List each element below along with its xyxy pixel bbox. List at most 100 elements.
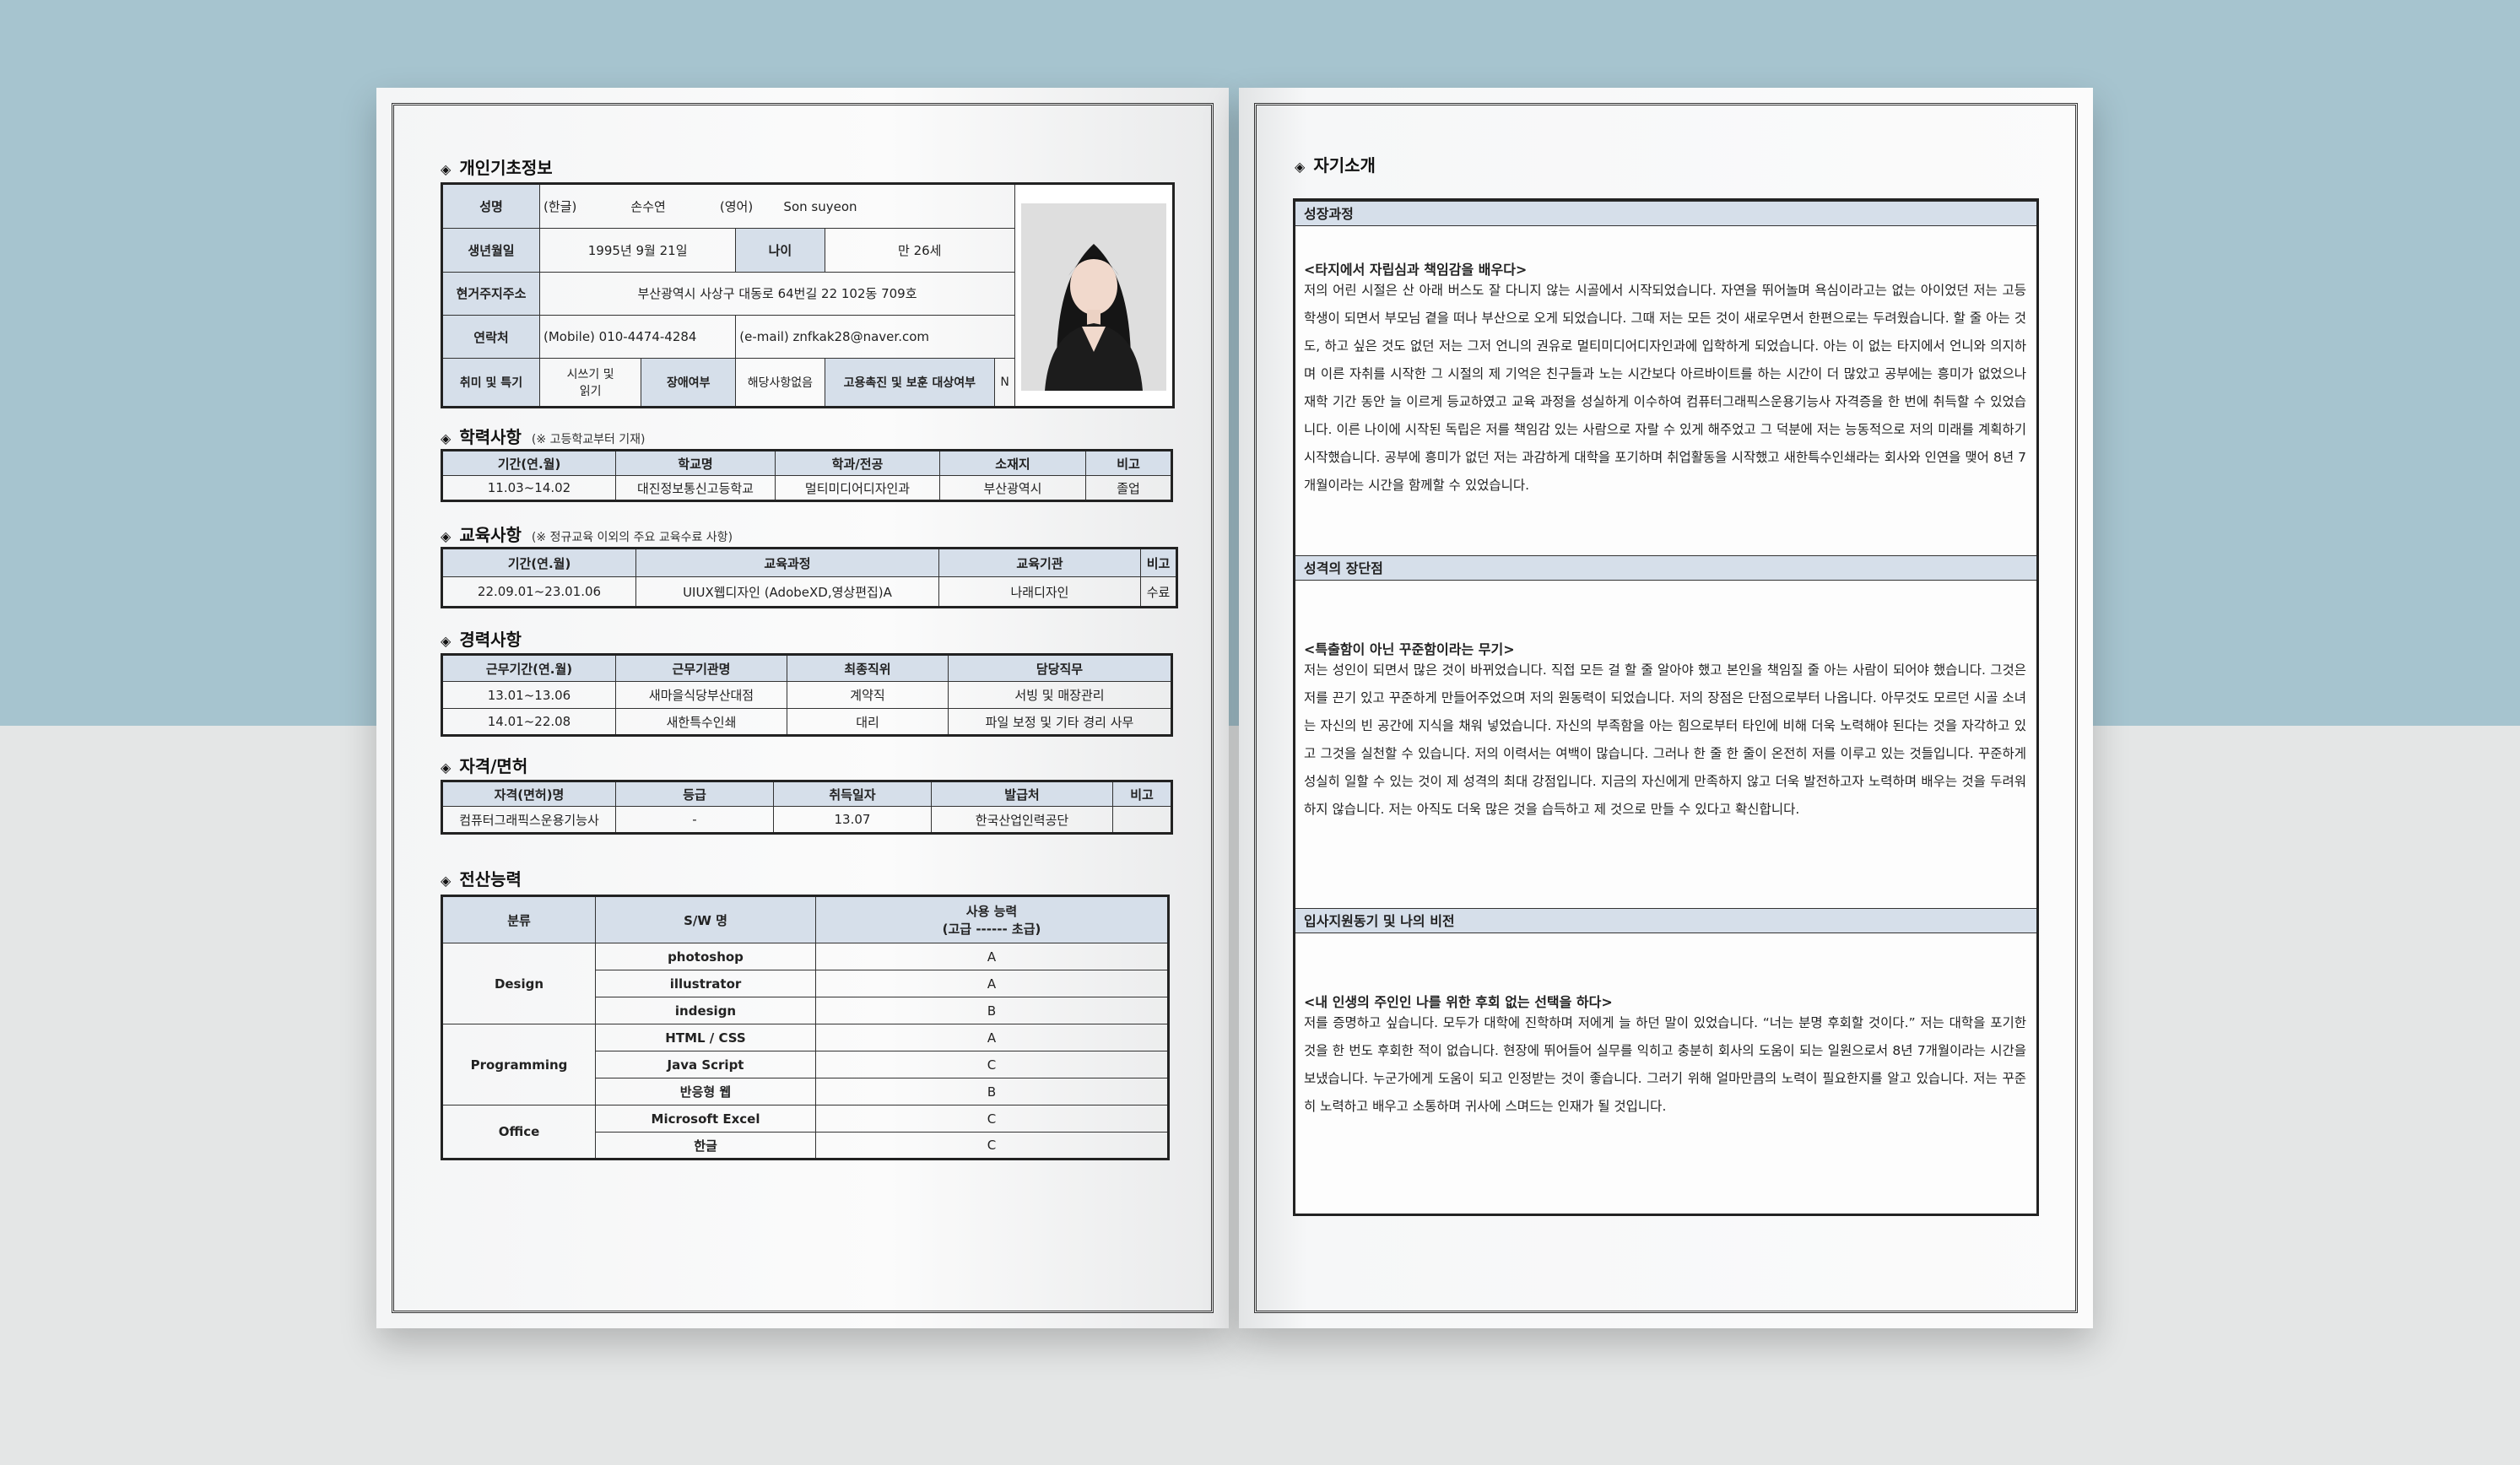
skill-level: A (815, 943, 1169, 970)
table-cell: 계약직 (787, 681, 949, 709)
hobby-value: 시쓰기 및 읽기 (538, 358, 642, 408)
intro-subtitle: <특출함이 아닌 꾸준함이라는 무기> (1304, 641, 1515, 657)
section-title-basic: ◈ 개인기초정보 (441, 158, 553, 178)
table-cell: 대리 (787, 708, 949, 736)
column-header: 발급처 (931, 781, 1113, 807)
table-cell: UIUX웹디자인 (AdobeXD,영상편집)A (635, 576, 939, 608)
education-table: 기간(연.월) 학교명 학과/전공 소재지 비고 11.03~14.02 대진정보통신고등… (441, 449, 1173, 502)
intro-section-header: 성격의 장단점 (1295, 555, 2036, 581)
table-row: Programming HTML / CSS A (441, 1024, 1169, 1106)
intro-paragraph: 저를 증명하고 싶습니다. 모두가 대학에 진학하며 저에게 늘 하던 말이 있… (1304, 1015, 2026, 1114)
table-cell: 11.03~14.02 (441, 475, 616, 501)
software-name: photoshop (595, 943, 816, 970)
column-header: 학과/전공 (775, 450, 940, 476)
column-header: 최종직위 (787, 654, 949, 682)
license-table: 자격(면허)명 등급 취득일자 발급처 비고 컴퓨터그래픽스운용기능사 -13.07 한국산… (441, 780, 1173, 835)
email-value: (e-mail) znfkak28@naver.com (735, 315, 1015, 359)
column-header: 담당직무 (948, 654, 1172, 682)
age-value: 만 26세 (824, 228, 1016, 273)
skill-level: B (815, 997, 1169, 1024)
table-cell: - (615, 806, 774, 834)
table-cell: 새마을식당부산대점 (615, 681, 787, 709)
education-header-row: 기간(연.월) 학교명 학과/전공 소재지 비고 (441, 450, 1172, 476)
table-cell: 대진정보통신고등학교 (615, 475, 776, 501)
table-cell: 서빙 및 매장관리 (948, 681, 1172, 709)
hobby-label: 취미 및 특기 (441, 358, 540, 408)
category-cell: Office (441, 1105, 596, 1160)
table-cell: 컴퓨터그래픽스운용기능사 (441, 806, 616, 834)
portrait-image (1021, 203, 1166, 391)
software-name: indesign (595, 997, 816, 1024)
column-header: 비고 (1140, 548, 1177, 577)
table-cell: 한국산업인력공단 (931, 806, 1113, 834)
column-header: 교육기관 (938, 548, 1141, 577)
section-title-license: ◈ 자격/면허 (441, 756, 528, 776)
table-cell: 나래디자인 (938, 576, 1141, 608)
header-sw: S/W 명 (595, 895, 816, 943)
diamond-icon: ◈ (441, 528, 452, 544)
software-name: Microsoft Excel (595, 1105, 816, 1133)
diamond-icon: ◈ (441, 873, 452, 889)
self-introduction-box: 성장과정 <타지에서 자립심과 책임감을 배우다> 저의 어린 시절은 산 아래 버… (1293, 198, 2039, 1216)
training-table: 기간(연.월) 교육과정 교육기관 비고 22.09.01~23.01.06 UIUX웹… (441, 547, 1178, 608)
section-title-training: ◈ 교육사항 (※ 정규교육 이외의 주요 교육수료 사항) (441, 525, 733, 545)
diamond-icon: ◈ (441, 430, 452, 446)
computer-skills-table: 분류 S/W 명 사용 능력 (고급 ------ 초급) Design photo… (441, 895, 1170, 1160)
mobile-value: (Mobile) 010-4474-4284 (538, 315, 737, 359)
software-name: 반응형 웹 (595, 1078, 816, 1106)
section-title-career: ◈ 경력사항 (441, 630, 522, 650)
birth-value: 1995년 9월 21일 (538, 228, 737, 273)
header-level: 사용 능력 (고급 ------ 초급) (815, 895, 1169, 943)
skill-level: A (815, 1024, 1169, 1051)
table-row: 13.01~13.06 새마을식당부산대점 계약직 서빙 및 매장관리 (441, 681, 1172, 709)
category-cell: Programming (441, 1024, 596, 1106)
column-header: 등급 (615, 781, 774, 807)
career-table: 근무기간(연.월) 근무기관명 최종직위 담당직무 13.01~13.06 새마을식당부… (441, 653, 1173, 737)
intro-section-header: 성장과정 (1295, 201, 2036, 226)
table-cell: 멀티미디어디자인과 (775, 475, 940, 501)
employment-value: N (994, 358, 1015, 408)
column-header: 소재지 (939, 450, 1086, 476)
table-row: Office Microsoft Excel C (441, 1105, 1169, 1160)
career-header-row: 근무기간(연.월) 근무기관명 최종직위 담당직무 (441, 654, 1172, 682)
column-header: 학교명 (615, 450, 776, 476)
diamond-icon: ◈ (441, 760, 452, 776)
table-cell: 수료 (1140, 576, 1177, 608)
disability-label: 장애여부 (641, 358, 737, 408)
table-cell: 졸업 (1085, 475, 1172, 501)
table-row: 22.09.01~23.01.06 UIUX웹디자인 (AdobeXD,영상편집)… (441, 576, 1177, 608)
name-en: Son suyeon (783, 199, 857, 215)
address-label: 현거주지주소 (441, 271, 540, 316)
profile-photo (1021, 203, 1166, 391)
diamond-icon: ◈ (441, 161, 452, 177)
column-header: 근무기관명 (615, 654, 787, 682)
table-cell: 13.01~13.06 (441, 681, 616, 709)
disability-value: 해당사항없음 (735, 358, 825, 408)
section-title-computer: ◈ 전산능력 (441, 869, 522, 889)
table-row: 컴퓨터그래픽스운용기능사 -13.07 한국산업인력공단 (441, 806, 1172, 834)
column-header: 교육과정 (635, 548, 939, 577)
table-row: 11.03~14.02 대진정보통신고등학교 멀티미디어디자인과 부산광역시 졸업 (441, 475, 1172, 501)
column-header: 취득일자 (773, 781, 932, 807)
column-header: 비고 (1112, 781, 1172, 807)
skill-level: C (815, 1132, 1169, 1160)
table-cell (1112, 806, 1172, 834)
column-header: 기간(연.월) (441, 548, 636, 577)
diamond-icon: ◈ (441, 633, 452, 649)
column-header: 기간(연.월) (441, 450, 616, 476)
intro-subtitle: <내 인생의 주인인 나를 위한 후회 없는 선택을 하다> (1304, 994, 1613, 1010)
intro-paragraph: 저의 어린 시절은 산 아래 버스도 잘 다니지 않는 시골에서 시작되었습니다… (1304, 283, 2026, 493)
header-category: 분류 (441, 895, 596, 943)
section-title-education: ◈ 학력사항 (※ 고등학교부터 기재) (441, 427, 646, 447)
section-title-intro: ◈ 자기소개 (1295, 155, 1376, 176)
column-header: 자격(면허)명 (441, 781, 616, 807)
name-label: 성명 (441, 182, 540, 230)
table-row: 14.01~22.08 새한특수인쇄 대리 파일 보정 및 기타 경리 사무 (441, 708, 1172, 736)
birth-label: 생년월일 (441, 228, 540, 273)
skill-level: C (815, 1051, 1169, 1078)
skill-level: C (815, 1105, 1169, 1133)
license-header-row: 자격(면허)명 등급 취득일자 발급처 비고 (441, 781, 1172, 807)
table-cell: 14.01~22.08 (441, 708, 616, 736)
diamond-icon: ◈ (1295, 159, 1306, 175)
table-cell: 새한특수인쇄 (615, 708, 787, 736)
